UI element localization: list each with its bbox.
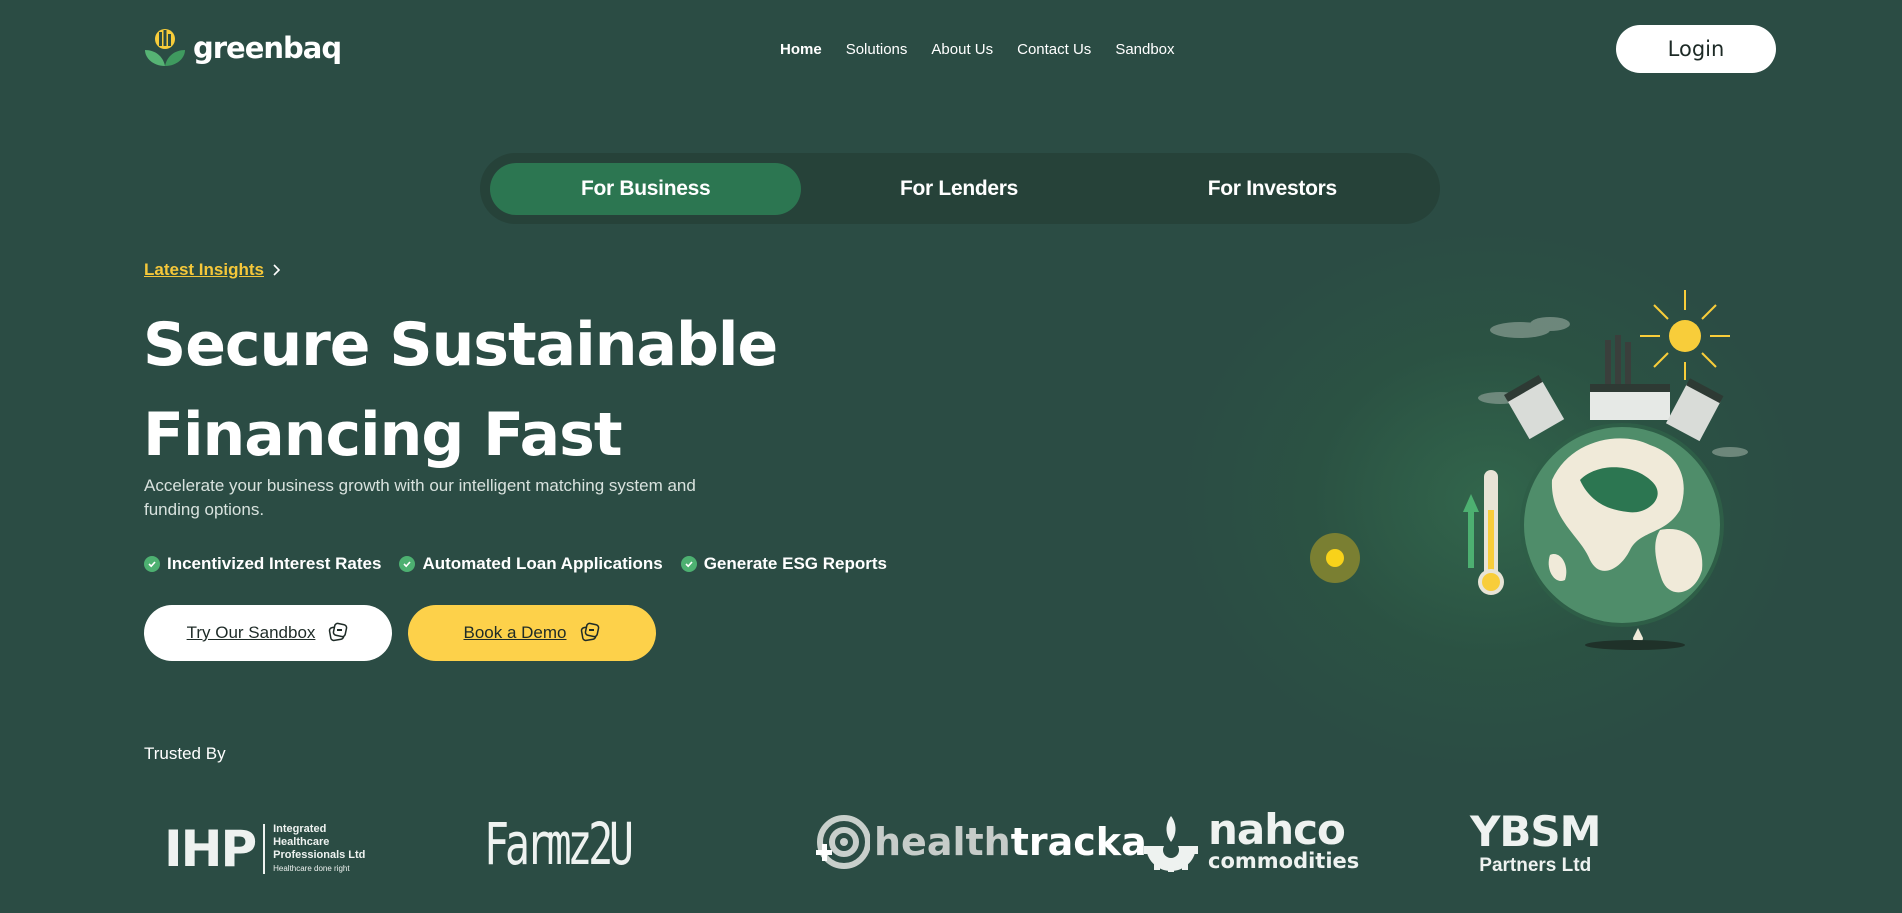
- try-sandbox-button[interactable]: Try Our Sandbox: [144, 605, 392, 661]
- latest-insights-label: Latest Insights: [144, 260, 264, 279]
- book-demo-label: Book a Demo: [463, 623, 567, 642]
- ihp-line-1: Integrated: [273, 823, 327, 835]
- leaf-sun-logo-icon: [145, 29, 185, 66]
- ihp-text: Integrated Healthcare Professionals Ltd …: [273, 823, 365, 875]
- feature-item: Incentivized Interest Rates: [144, 554, 381, 574]
- hero-subtitle: Accelerate your business growth with our…: [144, 476, 696, 519]
- partner-logo-healthtracka: health tracka: [814, 814, 1147, 870]
- check-circle-icon: [144, 556, 160, 572]
- nav-sandbox[interactable]: Sandbox: [1115, 41, 1174, 58]
- tab-for-business[interactable]: For Business: [490, 162, 802, 215]
- tab-for-lenders[interactable]: For Lenders: [803, 163, 1114, 215]
- partner-logo-ihp: IHP Integrated Healthcare Professionals …: [164, 820, 365, 878]
- login-button[interactable]: Login: [1616, 25, 1776, 73]
- trusted-by-label: Trusted By: [144, 744, 226, 763]
- ihp-line-3: Professionals Ltd: [273, 849, 366, 861]
- partner-logo-nahco: nahco commodities: [1140, 805, 1360, 873]
- headline-line-2: Financing Fast: [143, 400, 623, 470]
- try-sandbox-label: Try Our Sandbox: [186, 623, 316, 642]
- feature-label: Generate ESG Reports: [703, 554, 887, 573]
- nahco-name: nahco: [1208, 805, 1346, 854]
- nav-contact-us[interactable]: Contact Us: [1017, 41, 1091, 58]
- thermometer-icon: [1463, 470, 1504, 595]
- audience-tabs: For Business For Lenders For Investors: [480, 153, 1440, 224]
- nav-home[interactable]: Home: [780, 41, 822, 58]
- ihp-tagline: Healthcare done right: [273, 864, 350, 873]
- ihp-divider: [263, 824, 266, 874]
- healthtracka-part1: health: [874, 820, 1011, 864]
- partner-logo-ybsm: YBSM Partners Ltd: [1470, 807, 1601, 878]
- check-circle-icon: [399, 556, 416, 572]
- headline-line-1: Secure Sustainable: [143, 310, 778, 380]
- top-navigation: greenbaq Home Solutions About Us Contact…: [0, 0, 1902, 100]
- earth-illustration: [1463, 290, 1748, 650]
- brand-name: greenbaq: [193, 31, 342, 65]
- nahco-text: nahco commodities: [1208, 805, 1360, 873]
- latest-insights-link[interactable]: Latest Insights: [144, 260, 282, 280]
- nahco-sub: commodities: [1208, 849, 1360, 873]
- feature-list: Incentivized Interest Rates Automated Lo…: [144, 554, 887, 574]
- stack-icon: [329, 622, 348, 642]
- chevron-right-icon: [273, 264, 281, 276]
- partner-logos: IHP Integrated Healthcare Professionals …: [0, 800, 1902, 900]
- ihp-mark: IHP: [164, 820, 257, 878]
- healthtracka-part2: tracka: [1010, 820, 1147, 864]
- gear-wheat-icon: [1144, 816, 1198, 872]
- ybsm-sub: Partners Ltd: [1479, 855, 1592, 876]
- feature-label: Incentivized Interest Rates: [167, 554, 382, 573]
- nav-about-us[interactable]: About Us: [931, 41, 993, 58]
- tab-for-investors[interactable]: For Investors: [1117, 163, 1428, 215]
- carousel-indicator-inner: [1326, 549, 1344, 567]
- brand-logo[interactable]: greenbaq: [143, 26, 342, 70]
- feature-item: Automated Loan Applications: [399, 554, 663, 574]
- stack-icon: [580, 622, 599, 642]
- partner-logo-farmz2u: Farmz2U: [484, 810, 686, 878]
- carousel-indicator-dot[interactable]: [1310, 533, 1360, 583]
- feature-label: Automated Loan Applications: [422, 554, 663, 573]
- book-demo-button[interactable]: Book a Demo: [408, 605, 656, 661]
- main-menu: Home Solutions About Us Contact Us Sandb…: [780, 41, 1175, 58]
- hero-headline: Secure Sustainable Financing Fast: [143, 300, 943, 480]
- ihp-line-2: Healthcare: [273, 836, 330, 848]
- feature-item: Generate ESG Reports: [680, 554, 887, 574]
- sun-icon: [1640, 290, 1730, 380]
- nav-solutions[interactable]: Solutions: [846, 41, 908, 58]
- check-circle-icon: [680, 556, 697, 572]
- healthtracka-mark-icon: [816, 815, 870, 869]
- ybsm-name: YBSM: [1470, 807, 1601, 856]
- farmz2u-name: Farmz2U: [484, 810, 634, 878]
